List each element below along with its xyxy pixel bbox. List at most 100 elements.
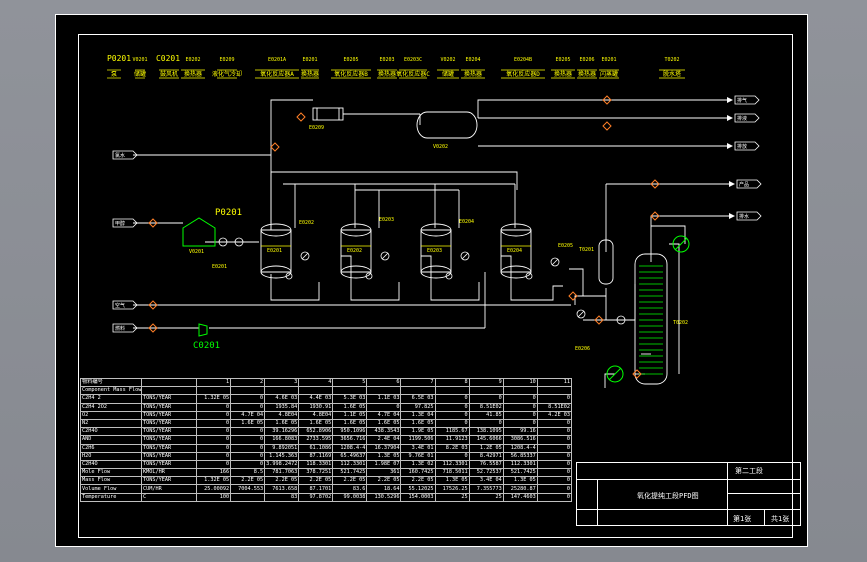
material-balance-table: 物料编号 1234567891011 Component Mass Flow（质量流… <box>80 377 573 502</box>
table-cell: 0 <box>468 418 504 429</box>
label-e0205: E0205 <box>558 243 574 249</box>
table-cell: TONS/YEAR <box>141 476 197 486</box>
table-cell: 521.7425 <box>332 468 368 478</box>
table-cell <box>141 386 197 396</box>
table-cell: 0 <box>366 402 402 412</box>
table-cell: 4.8E04 <box>264 410 300 420</box>
table-cell: TONS/YEAR <box>141 418 197 429</box>
table-cell: 4.7E 04 <box>230 410 266 420</box>
reactor-ends <box>260 223 532 279</box>
hdr-name-blower: 鼓风机 <box>159 71 179 78</box>
table-cell: AND <box>80 435 142 445</box>
table-cell: 4.8E04 <box>298 410 334 420</box>
hdr-code-e0204: E0204 <box>465 57 481 63</box>
table-cell: 0 <box>195 443 232 453</box>
table-cell: 0 <box>230 451 266 461</box>
table-cell: 61.1086 <box>298 443 334 453</box>
table-cell: 2.4E 04 <box>366 435 402 445</box>
label-t0201: T0201 <box>579 247 595 253</box>
table-cell: 25280.87 <box>502 484 538 494</box>
table-cell: 781.7063 <box>264 468 300 478</box>
table-cell: C2H4O <box>80 427 142 437</box>
table-cell <box>230 386 266 396</box>
table-cell <box>400 386 436 396</box>
table-cell: 8.51E02 <box>536 402 573 412</box>
hdr-code-e0209: E0209 <box>219 57 235 63</box>
table-cell: 1.6E 05 <box>400 418 436 429</box>
table-cell: 2.2E 05 <box>366 476 402 486</box>
table-cell: 4.2E 03 <box>536 410 573 420</box>
tb-sheets: 共1张 <box>771 515 790 523</box>
table-cell: 166 <box>195 468 232 478</box>
label-v0201: V0201 <box>189 249 205 255</box>
table-cell: 1208.4-4 <box>502 443 538 453</box>
table-cell: 0 <box>434 402 470 412</box>
column-trays <box>639 265 663 375</box>
table-cell: H2O <box>80 451 142 461</box>
table-cell: Mole Flow <box>80 468 142 478</box>
table-row: C2H4 2O2 TONS/YEAR 0 0 1935.84 1930.91 1.6E 05… <box>80 402 573 412</box>
table-cell <box>536 386 573 396</box>
table-cell: 0 <box>502 410 538 420</box>
table-cell: 1185.67 <box>434 427 470 437</box>
table-cell: 52.72537 <box>468 468 504 478</box>
table-cell: 0 <box>536 492 573 502</box>
cad-viewport: P0201 V0201 C0201 E0202 E0209 E0201A E02… <box>0 0 867 562</box>
material-balance-body: 物料编号 1234567891011 Component Mass Flow（质量流… <box>80 377 573 502</box>
table-cell: TONS/YEAR <box>141 410 197 420</box>
table-cell: Component Mass Flow（质量流量） <box>80 386 142 396</box>
table-cell: TONS/YEAR <box>141 451 197 461</box>
label-e0202: E0202 <box>299 220 315 226</box>
table-cell: 6 <box>366 377 402 388</box>
table-cell: 1199.506 <box>400 435 436 445</box>
table-cell: 0 <box>434 451 470 461</box>
hdr-code-v0201: V0201 <box>132 57 148 63</box>
table-cell: 0 <box>230 443 266 453</box>
table-cell: KMOL/HR <box>141 468 197 478</box>
stream-out-4: 产品 <box>739 182 750 188</box>
table-cell: 97.825 <box>400 402 436 412</box>
hdr-name-hx4: 换热器 <box>463 71 483 78</box>
stream-out-1: 排气 <box>737 98 748 104</box>
table-cell: 18.64 <box>366 484 402 494</box>
stream-in-2: 甲醇 <box>115 221 126 227</box>
table-cell: 83.6 <box>332 484 368 494</box>
table-row: C2H6 TONS/YEAR 0 0 9.892051 61.1086 1208.4-4 16… <box>80 443 573 453</box>
table-cell: 130.5296 <box>366 492 402 502</box>
table-cell: 10 <box>502 377 538 388</box>
hdr-name-reactor-c: 氧化反应器C <box>396 71 430 78</box>
hdr-name-reactor-b: 氧化反应器B <box>334 71 368 78</box>
table-cell: 4.6E 03 <box>264 394 300 404</box>
hdr-name-hx5: 换热器 <box>553 71 573 78</box>
table-cell: 145.6066 <box>468 435 504 445</box>
table-cell: TONS/YEAR <box>141 435 197 445</box>
table-cell: 87.1169 <box>298 451 334 461</box>
stream-out-2: 排液 <box>737 116 748 122</box>
table-cell: 8.5 <box>230 468 266 478</box>
table-cell: 1.3E 05 <box>366 451 402 461</box>
table-cell: 25 <box>468 492 504 502</box>
label-p0201: P0201 <box>215 208 243 218</box>
table-cell: 0 <box>536 443 573 453</box>
tb-divider-3 <box>577 509 800 510</box>
table-cell: 1.98E 07 <box>366 459 402 470</box>
hdr-code-c0201: C0201 <box>155 54 181 63</box>
label-reactor-3: E0203 <box>427 248 443 254</box>
table-cell <box>230 492 266 502</box>
hdr-code-e0205: E0205 <box>343 57 359 63</box>
stream-tags <box>112 95 762 333</box>
table-cell: Temperature <box>80 492 142 502</box>
table-cell <box>468 386 504 396</box>
table-cell: 0 <box>536 418 573 429</box>
label-reactor-4: E0204 <box>507 248 523 254</box>
table-cell: 0 <box>502 418 538 429</box>
table-cell: 2.2E 05 <box>332 476 368 486</box>
table-cell: 0 <box>434 410 470 420</box>
table-cell: 2 <box>230 377 266 388</box>
table-cell: 1.3E 04 <box>400 410 436 420</box>
table-cell: 4.4E 03 <box>298 394 334 404</box>
table-cell: 160.7425 <box>400 468 436 478</box>
table-cell: 154.0003 <box>400 492 436 502</box>
table-cell: 1.6E 05 <box>298 418 334 429</box>
hdr-code-e0203c: E0203C <box>403 57 423 63</box>
